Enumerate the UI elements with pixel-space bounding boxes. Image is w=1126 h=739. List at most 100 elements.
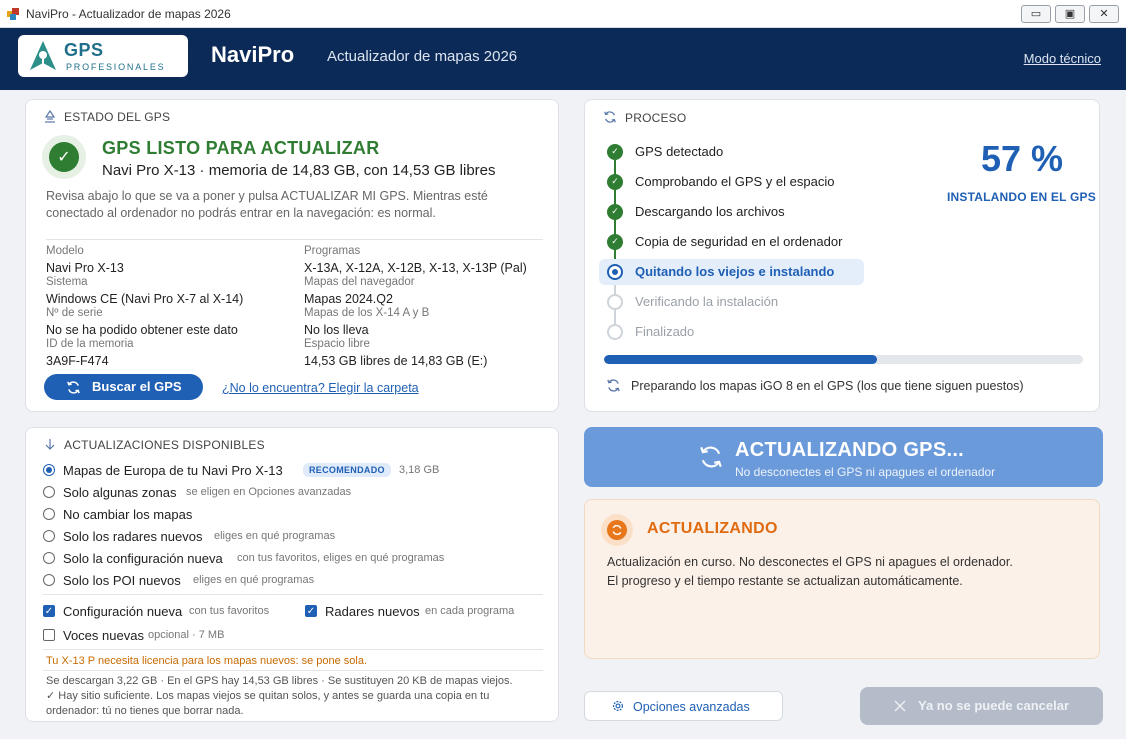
- checkbox-hint: en cada programa: [425, 605, 515, 617]
- logo: GPS PROFESIONALES: [18, 35, 188, 77]
- system-value: Windows CE (Navi Pro X-7 al X-14): [46, 292, 244, 306]
- checkbox-new-voices[interactable]: [43, 629, 55, 641]
- checkbox-label: Radares nuevos: [325, 604, 420, 619]
- process-heading-text: PROCESO: [625, 111, 687, 125]
- step-label: GPS detectado: [635, 144, 724, 159]
- option-label: Mapas de Europa de tu Navi Pro X-13: [63, 463, 283, 478]
- updates-heading-text: ACTUALIZACIONES DISPONIBLES: [64, 438, 265, 452]
- radio-poi-only[interactable]: [43, 574, 55, 586]
- updating-status-panel: ACTUALIZANDO Actualización en curso. No …: [584, 499, 1100, 659]
- updating-button-subtitle: No desconectes el GPS ni apagues el orde…: [735, 465, 996, 479]
- step-done-icon: ✓: [607, 234, 623, 250]
- close-icon: [894, 700, 906, 712]
- progress-bar-fill: [604, 355, 878, 364]
- logo-main-text: GPS: [64, 40, 104, 60]
- step-done-icon: ✓: [607, 144, 623, 160]
- progress-percent: 57 %: [981, 138, 1064, 179]
- gps-status-heading: ESTADO DEL GPS: [44, 109, 171, 124]
- maps-ab-label: Mapas de los X-14 A y B: [304, 307, 430, 319]
- app-subtitle: Actualizador de mapas 2026: [327, 48, 518, 65]
- radio-some-zones[interactable]: [43, 486, 55, 498]
- option-label: Solo la configuración nueva: [63, 551, 223, 566]
- status-description-line: Revisa abajo lo que se va a poner y puls…: [46, 189, 488, 203]
- summary-line: ordenador: tú no tienes que borrar nada.: [46, 705, 244, 717]
- advanced-options-label: Opciones avanzadas: [633, 700, 750, 714]
- gps-device-icon: [44, 109, 56, 123]
- option-hint: eliges en qué programas: [193, 574, 315, 586]
- status-description: Revisa abajo lo que se va a poner y puls…: [46, 188, 546, 222]
- gps-status-heading-text: ESTADO DEL GPS: [64, 110, 171, 124]
- updates-card: ACTUALIZACIONES DISPONIBLES Mapas de Eur…: [25, 427, 559, 722]
- updates-heading: ACTUALIZACIONES DISPONIBLES: [44, 438, 265, 452]
- updating-status-line: Actualización en curso. No desconectes e…: [607, 555, 1013, 569]
- progress-status-label: INSTALANDO EN EL GPS: [947, 190, 1096, 204]
- radio-no-change[interactable]: [43, 508, 55, 520]
- serial-label: Nº de serie: [46, 307, 103, 319]
- programs-label: Programas: [304, 245, 361, 257]
- app-header: GPS PROFESIONALES NaviPro Actualizador d…: [0, 28, 1126, 90]
- step-label: Copia de seguridad en el ordenador: [635, 234, 843, 249]
- divider: [43, 594, 543, 595]
- sync-icon: [612, 524, 622, 536]
- window-titlebar: NaviPro - Actualizador de mapas 2026 ▭ ▣…: [0, 0, 1126, 28]
- process-card: PROCESO ✓ GPS detectado ✓ Comprobando el…: [584, 99, 1100, 412]
- cancel-button-disabled[interactable]: Ya no se puede cancelar: [860, 687, 1103, 725]
- free-space-label: Espacio libre: [304, 338, 370, 350]
- license-warning: Tu X-13 P necesita licencia para los map…: [46, 655, 368, 667]
- updating-status-text: Actualización en curso. No desconectes e…: [607, 553, 1013, 591]
- checkbox-hint: opcional · 7 MB: [148, 629, 225, 641]
- window-title: NaviPro - Actualizador de mapas 2026: [26, 7, 231, 21]
- sync-icon: [700, 446, 722, 468]
- model-label: Modelo: [46, 245, 84, 257]
- tech-mode-link[interactable]: Modo técnico: [1024, 51, 1101, 66]
- updating-gps-button[interactable]: ACTUALIZANDO GPS... No desconectes el GP…: [584, 427, 1103, 487]
- maps-label: Mapas del navegador: [304, 276, 415, 288]
- status-model: Navi Pro X-13 · memoria de 14,83 GB, con…: [102, 162, 496, 179]
- search-gps-button[interactable]: Buscar el GPS: [44, 374, 203, 400]
- memory-id-value: 3A9F-F474: [46, 354, 109, 368]
- option-label: No cambiar los mapas: [63, 507, 193, 522]
- search-gps-label: Buscar el GPS: [92, 379, 182, 394]
- step-label: Descargando los archivos: [635, 204, 785, 219]
- sync-icon: [604, 111, 616, 123]
- model-value: Navi Pro X-13: [46, 261, 124, 275]
- checkbox-label: Voces nuevas: [63, 628, 144, 643]
- option-label: Solo algunas zonas: [63, 485, 177, 500]
- option-hint: eliges en qué programas: [214, 530, 336, 542]
- gear-icon: [613, 701, 623, 711]
- refresh-icon: [67, 381, 80, 394]
- step-done-icon: ✓: [607, 174, 623, 190]
- maximize-button[interactable]: ▣: [1055, 5, 1085, 23]
- sync-icon: [607, 379, 620, 392]
- checkbox-label: Configuración nueva: [63, 604, 183, 619]
- free-space-value: 14,53 GB libres de 14,83 GB (E:): [304, 354, 488, 368]
- step-label-active: Quitando los viejos e instalando: [635, 264, 835, 279]
- progress-detail: Preparando los mapas iGO 8 en el GPS (lo…: [631, 379, 1024, 393]
- step-pending-icon: [607, 294, 623, 310]
- step-label: Verificando la instalación: [635, 294, 779, 309]
- radio-config-only[interactable]: [43, 552, 55, 564]
- checkbox-new-config[interactable]: ✓: [43, 605, 55, 617]
- divider: [43, 670, 543, 671]
- maps-value: Mapas 2024.Q2: [304, 292, 393, 306]
- divider: [46, 239, 543, 240]
- recommended-badge: RECOMENDADO: [303, 463, 391, 477]
- radio-radars-only[interactable]: [43, 530, 55, 542]
- divider: [43, 649, 543, 650]
- gps-status-card: ESTADO DEL GPS ✓ GPS LISTO PARA ACTUALIZ…: [25, 99, 559, 412]
- logo-sub-text: PROFESIONALES: [66, 62, 166, 72]
- choose-folder-link[interactable]: ¿No lo encuentra? Elegir la carpeta: [222, 381, 419, 395]
- status-ok-indicator: ✓: [42, 135, 86, 179]
- memory-id-label: ID de la memoria: [46, 338, 134, 350]
- option-label: Solo los radares nuevos: [63, 529, 203, 544]
- process-heading: PROCESO: [603, 110, 686, 125]
- serial-value: No se ha podido obtener este dato: [46, 323, 238, 337]
- checkbox-new-radars[interactable]: ✓: [305, 605, 317, 617]
- status-title: GPS LISTO PARA ACTUALIZAR: [102, 138, 380, 158]
- minimize-button[interactable]: ▭: [1021, 5, 1051, 23]
- step-label: Comprobando el GPS y el espacio: [635, 174, 835, 189]
- close-button[interactable]: ✕: [1089, 5, 1119, 23]
- advanced-options-button[interactable]: Opciones avanzadas: [584, 691, 783, 721]
- checkbox-hint: con tus favoritos: [189, 605, 270, 617]
- radio-europe-maps[interactable]: [43, 464, 55, 476]
